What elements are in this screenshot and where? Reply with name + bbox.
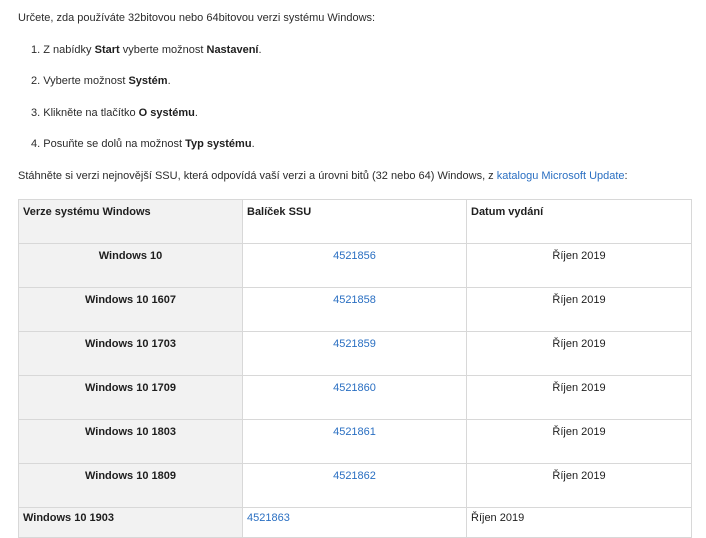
ssu-package-link[interactable]: 4521861 — [333, 426, 376, 438]
step-bold: Systém — [128, 75, 168, 87]
ssu-package-link[interactable]: 4521856 — [333, 250, 376, 262]
download-tail: : — [624, 170, 628, 182]
release-date-cell: Říjen 2019 — [466, 243, 692, 288]
step-number: 2. — [31, 75, 41, 87]
ssu-package-cell: 4521859 — [242, 331, 467, 376]
step-bold: Nastavení — [206, 44, 259, 56]
step-text: Posuňte se dolů na možnost — [40, 138, 186, 150]
windows-version-cell: Windows 10 1703 — [18, 331, 243, 376]
ssu-table: Verze systému Windows Balíček SSU Datum … — [18, 199, 692, 538]
step-number: 4. — [31, 138, 41, 150]
step-bold: O systému — [138, 107, 195, 119]
step-bold: Typ systému — [185, 138, 252, 150]
table-row: Windows 10 1709 4521860 Říjen 2019 — [18, 375, 692, 420]
windows-version-cell: Windows 10 1709 — [18, 375, 243, 420]
ssu-package-link[interactable]: 4521859 — [333, 338, 376, 350]
ssu-package-link[interactable]: 4521863 — [247, 512, 290, 524]
ssu-package-cell: 4521863 — [242, 507, 467, 538]
step-text: . — [258, 44, 262, 56]
release-date-cell: Říjen 2019 — [466, 463, 692, 508]
step-bold: Start — [94, 44, 120, 56]
catalog-link[interactable]: katalogu Microsoft Update — [497, 170, 625, 182]
ssu-package-cell: 4521858 — [242, 287, 467, 332]
step-3: 3. Klikněte na tlačítko O systému. — [31, 106, 198, 120]
step-text: Klikněte na tlačítko — [40, 107, 139, 119]
ssu-package-link[interactable]: 4521862 — [333, 470, 376, 482]
download-text: Stáhněte si verzi nejnovější SSU, která … — [18, 170, 497, 182]
step-4: 4. Posuňte se dolů na možnost Typ systém… — [31, 137, 255, 151]
intro-text: Určete, zda používáte 32bitovou nebo 64b… — [18, 12, 376, 24]
step-text: Vyberte možnost — [40, 75, 129, 87]
table-header-row: Verze systému Windows Balíček SSU Datum … — [18, 199, 692, 244]
ssu-package-cell: 4521856 — [242, 243, 467, 288]
header-ssu-package: Balíček SSU — [242, 199, 467, 244]
step-text: . — [251, 138, 255, 150]
release-date-cell: Říjen 2019 — [466, 287, 692, 332]
windows-version-cell: Windows 10 1903 — [18, 507, 243, 538]
release-date-cell: Říjen 2019 — [466, 507, 692, 538]
windows-version-cell: Windows 10 1809 — [18, 463, 243, 508]
download-paragraph: Stáhněte si verzi nejnovější SSU, která … — [18, 169, 628, 183]
release-date-cell: Říjen 2019 — [466, 331, 692, 376]
ssu-package-link[interactable]: 4521858 — [333, 294, 376, 306]
table-row: Windows 10 1809 4521862 Říjen 2019 — [18, 463, 692, 508]
step-text: . — [167, 75, 171, 87]
step-1: 1. Z nabídky Start vyberte možnost Nasta… — [31, 43, 262, 57]
table-row: Windows 10 4521856 Říjen 2019 — [18, 243, 692, 288]
ssu-package-cell: 4521861 — [242, 419, 467, 464]
release-date-cell: Říjen 2019 — [466, 375, 692, 420]
step-2: 2. Vyberte možnost Systém. — [31, 74, 171, 88]
ssu-package-link[interactable]: 4521860 — [333, 382, 376, 394]
windows-version-cell: Windows 10 1607 — [18, 287, 243, 332]
table-row: Windows 10 1703 4521859 Říjen 2019 — [18, 331, 692, 376]
table-row: Windows 10 1803 4521861 Říjen 2019 — [18, 419, 692, 464]
table-row: Windows 10 1607 4521858 Říjen 2019 — [18, 287, 692, 332]
windows-version-cell: Windows 10 — [18, 243, 243, 288]
ssu-package-cell: 4521862 — [242, 463, 467, 508]
step-number: 1. — [31, 44, 41, 56]
release-date-cell: Říjen 2019 — [466, 419, 692, 464]
windows-version-cell: Windows 10 1803 — [18, 419, 243, 464]
step-text: Z nabídky — [40, 44, 95, 56]
table-row: Windows 10 1903 4521863 Říjen 2019 — [18, 507, 692, 538]
step-number: 3. — [31, 107, 41, 119]
ssu-package-cell: 4521860 — [242, 375, 467, 420]
step-text: . — [194, 107, 198, 119]
header-windows-version: Verze systému Windows — [18, 199, 243, 244]
header-release-date: Datum vydání — [466, 199, 692, 244]
step-text: vyberte možnost — [119, 44, 207, 56]
